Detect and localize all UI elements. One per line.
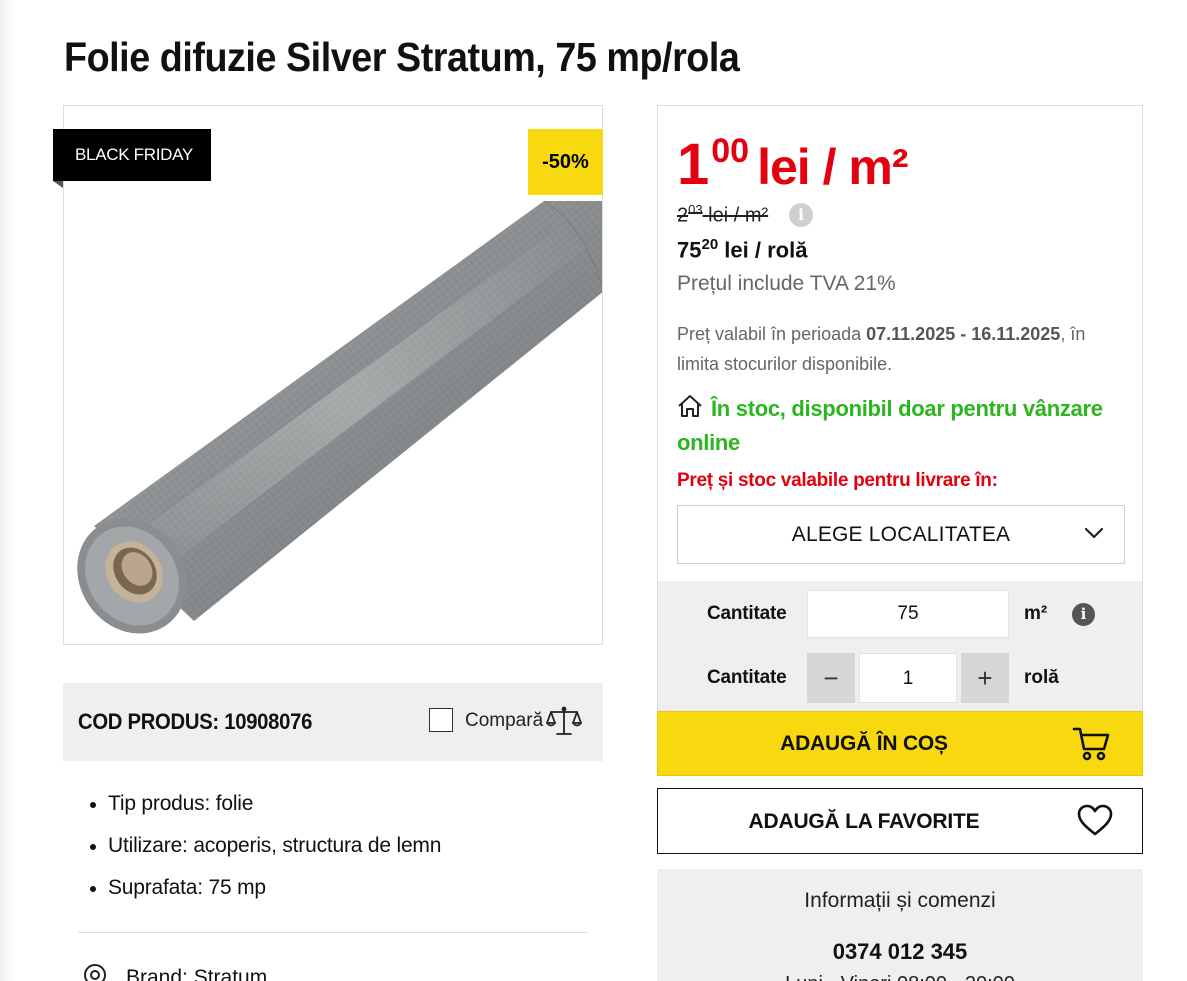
discount-badge: -50%: [528, 129, 603, 195]
current-price: 100 lei / m²: [677, 130, 908, 200]
quantity-rolls-input[interactable]: 1: [859, 653, 957, 703]
product-image[interactable]: [63, 105, 603, 645]
locality-select[interactable]: ALEGE LOCALITATEA: [677, 505, 1125, 564]
compare-checkbox[interactable]: [429, 708, 453, 732]
contact-title: Informații și comenzi: [804, 889, 996, 912]
old-price-unit: lei / m²: [708, 204, 769, 227]
scale-icon[interactable]: [546, 705, 582, 737]
add-to-favorites-button[interactable]: ADAUGĂ LA FAVORITE: [657, 788, 1143, 854]
price-decimals: 00: [711, 132, 750, 170]
stock-status: În stoc, disponibil doar pentru vânzare …: [677, 396, 1103, 455]
validity-dates: 07.11.2025 - 16.11.2025: [866, 324, 1061, 344]
old-price: 203 lei / m²: [677, 202, 768, 228]
info-icon[interactable]: i: [1072, 603, 1095, 626]
cart-icon: [1072, 727, 1110, 761]
old-price-decimals: 03: [688, 202, 703, 217]
price-validity: Preț valabil în perioada 07.11.2025 - 16…: [677, 319, 1127, 379]
quantity-panel: Cantitate 75 m² i Cantitate − 1 + rolă: [657, 581, 1143, 712]
price-unit: lei / m²: [757, 139, 908, 195]
roll-price-unit: lei / rolă: [724, 237, 808, 263]
compare-label[interactable]: Compară: [465, 710, 543, 732]
heart-icon: [1077, 804, 1113, 836]
quantity-rolls-label: Cantitate: [707, 667, 787, 688]
product-code: COD PRODUS: 10908076: [78, 709, 313, 734]
divider: [78, 932, 588, 933]
add-to-favorites-label: ADAUGĂ LA FAVORITE: [748, 810, 980, 833]
old-price-integer: 2: [677, 204, 689, 227]
roll-price-integer: 75: [677, 237, 702, 263]
contact-phone[interactable]: 0374 012 345: [657, 939, 1143, 965]
spec-item: Utilizare: acoperis, structura de lemn: [108, 832, 441, 874]
roll-price-decimals: 20: [701, 236, 719, 253]
price-panel: 100 lei / m² 203 lei / m² i 7520 lei / ro…: [657, 105, 1143, 583]
brand-text: Brand: Stratum: [126, 966, 268, 981]
add-to-cart-button[interactable]: ADAUGĂ ÎN COȘ: [657, 711, 1143, 776]
spec-item: Suprafata: 75 mp: [108, 874, 441, 916]
quantity-area-input[interactable]: 75: [807, 590, 1009, 638]
locality-select-label: ALEGE LOCALITATEA: [791, 523, 1011, 546]
contact-panel: Informații și comenzi 0374 012 345 Luni …: [657, 869, 1143, 981]
location-icon: [84, 964, 106, 981]
left-edge-shadow: [0, 0, 14, 981]
quantity-rolls-unit: rolă: [1024, 667, 1059, 688]
decrement-button[interactable]: −: [807, 653, 855, 703]
badge-fold: [53, 181, 63, 188]
add-to-cart-label: ADAUGĂ ÎN COȘ: [780, 732, 948, 755]
contact-hours: Luni - Vineri 08:00 - 20:00: [657, 973, 1143, 981]
spec-item: Tip produs: folie: [108, 790, 441, 832]
price-integer: 1: [677, 132, 710, 197]
product-code-bar: COD PRODUS: 10908076 Compară: [63, 683, 603, 761]
validity-prefix: Preț valabil în perioada: [677, 324, 867, 344]
quantity-area-label: Cantitate: [707, 603, 787, 624]
black-friday-badge: BLACK FRIDAY: [53, 129, 211, 181]
spec-list: Tip produs: folie Utilizare: acoperis, s…: [108, 790, 441, 916]
vat-text: Prețul include TVA 21%: [677, 272, 896, 295]
foil-roll-image: [77, 200, 602, 634]
roll-price: 7520 lei / rolă: [677, 236, 807, 263]
delivery-notice: Preț și stoc valabile pentru livrare în:: [677, 470, 998, 491]
page-title: Folie difuzie Silver Stratum, 75 mp/rola: [64, 34, 740, 80]
info-icon[interactable]: i: [789, 203, 813, 227]
quantity-area-unit: m²: [1024, 603, 1048, 624]
increment-button[interactable]: +: [961, 653, 1009, 703]
chevron-down-icon: [1084, 527, 1104, 539]
